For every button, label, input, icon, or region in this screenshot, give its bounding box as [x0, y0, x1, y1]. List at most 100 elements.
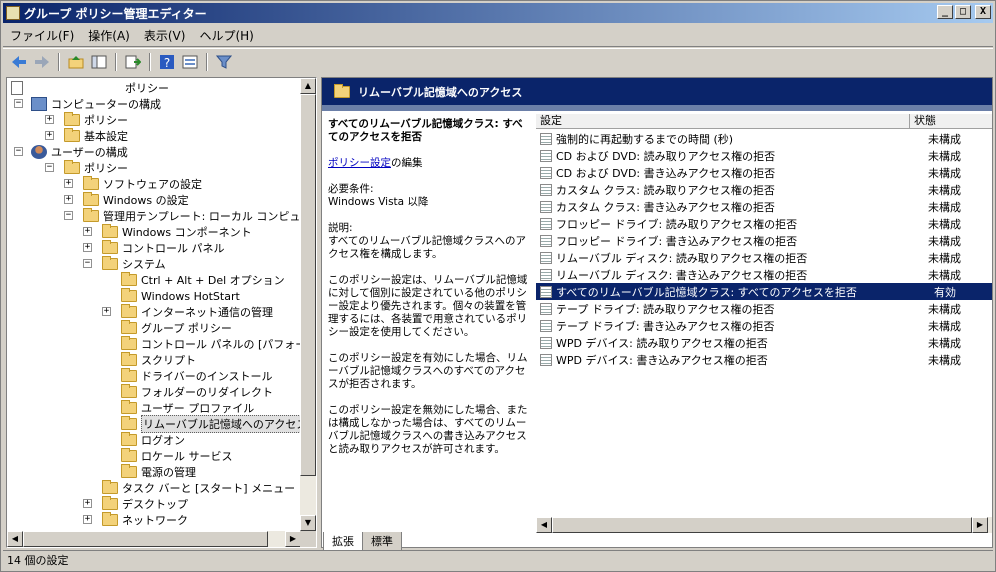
setting-row[interactable]: フロッピー ドライブ: 書き込みアクセス権の拒否 未構成	[536, 232, 992, 249]
column-header-state[interactable]: 状態	[910, 114, 992, 128]
scroll-thumb[interactable]	[300, 94, 316, 476]
expand-icon[interactable]: +	[83, 227, 92, 236]
list-horizontal-scrollbar[interactable]: ◀ ▶	[536, 517, 992, 533]
tree-item[interactable]: − コンピューターの構成	[14, 96, 161, 112]
tree-item[interactable]: Windows HotStart	[121, 288, 240, 304]
setting-row[interactable]: CD および DVD: 書き込みアクセス権の拒否 未構成	[536, 164, 992, 181]
tree-item[interactable]: + Windows コンポーネント	[83, 224, 252, 240]
setting-name: リムーバブル ディスク: 読み取りアクセス権の拒否	[556, 251, 808, 265]
up-folder-icon[interactable]	[66, 52, 86, 72]
menu-file[interactable]: ファイル(F)	[3, 27, 81, 44]
setting-row[interactable]: フロッピー ドライブ: 読み取りアクセス権の拒否 未構成	[536, 215, 992, 232]
tree-item[interactable]: タスク バーと [スタート] メニュー	[102, 480, 295, 496]
setting-row[interactable]: CD および DVD: 読み取りアクセス権の拒否 未構成	[536, 147, 992, 164]
setting-row[interactable]: テープ ドライブ: 書き込みアクセス権の拒否 未構成	[536, 317, 992, 334]
expand-icon[interactable]: +	[64, 179, 73, 188]
tree-item[interactable]: コントロール パネルの [パフォーマンス]	[121, 336, 301, 352]
maximize-button[interactable]: □	[955, 5, 971, 19]
setting-row[interactable]: すべてのリムーバブル記憶域クラス: すべてのアクセスを拒否 有効	[536, 283, 992, 300]
setting-state: 未構成	[928, 251, 961, 265]
tree-item[interactable]: + ソフトウェアの設定	[64, 176, 202, 192]
scroll-thumb[interactable]	[552, 517, 972, 533]
expand-icon[interactable]: +	[83, 499, 92, 508]
tree-item[interactable]: ユーザー プロファイル	[121, 400, 254, 416]
scroll-up-arrow-icon[interactable]: ▲	[300, 78, 316, 94]
forward-arrow-icon[interactable]	[32, 52, 52, 72]
tree-item[interactable]: ログオン	[121, 432, 185, 448]
menu-help[interactable]: ヘルプ(H)	[192, 27, 260, 44]
expand-icon[interactable]: +	[45, 115, 54, 124]
tree-item-label: ソフトウェアの設定	[103, 178, 202, 191]
filter-icon[interactable]	[214, 52, 234, 72]
tree-item[interactable]: + デスクトップ	[83, 496, 188, 512]
tree-item[interactable]: − ユーザーの構成	[14, 144, 128, 160]
tree-item[interactable]: 電源の管理	[121, 464, 196, 480]
tree-horizontal-scrollbar[interactable]: ◀ ▶	[7, 531, 301, 547]
column-header-setting[interactable]: 設定	[536, 114, 910, 128]
tree-item[interactable]: − 管理用テンプレート: ローカル コンピューターか	[64, 208, 301, 224]
expand-icon[interactable]: +	[83, 515, 92, 524]
tree-item[interactable]: グループ ポリシー	[121, 320, 232, 336]
title-bar[interactable]: グループ ポリシー管理エディター _ □ X	[3, 3, 993, 23]
tree-item[interactable]: ポリシー	[11, 80, 169, 96]
tree-item[interactable]: フォルダーのリダイレクト	[121, 384, 273, 400]
edit-policy-link[interactable]: ポリシー設定	[328, 157, 391, 169]
tree-item[interactable]: + ネットワーク	[83, 512, 188, 528]
setting-name: テープ ドライブ: 書き込みアクセス権の拒否	[556, 319, 775, 333]
tree-item[interactable]: + Windows の設定	[64, 192, 189, 208]
tree-vertical-scrollbar[interactable]: ▲ ▼	[300, 78, 316, 531]
tree-item[interactable]: Ctrl + Alt + Del オプション	[121, 272, 285, 288]
tab-extended[interactable]: 拡張	[323, 532, 363, 551]
menu-action[interactable]: 操作(A)	[81, 27, 137, 44]
setting-row[interactable]: リムーバブル ディスク: 書き込みアクセス権の拒否 未構成	[536, 266, 992, 283]
setting-row[interactable]: カスタム クラス: 読み取りアクセス権の拒否 未構成	[536, 181, 992, 198]
scroll-thumb[interactable]	[23, 531, 268, 547]
setting-row[interactable]: テープ ドライブ: 読み取りアクセス権の拒否 未構成	[536, 300, 992, 317]
setting-row[interactable]: WPD デバイス: 読み取りアクセス権の拒否 未構成	[536, 334, 992, 351]
properties-icon[interactable]	[180, 52, 200, 72]
toolbar-separator	[149, 52, 151, 71]
expand-icon[interactable]: +	[83, 243, 92, 252]
setting-row[interactable]: カスタム クラス: 書き込みアクセス権の拒否 未構成	[536, 198, 992, 215]
setting-row[interactable]: 強制的に再起動するまでの時間 (秒) 未構成	[536, 130, 992, 147]
close-button[interactable]: X	[975, 5, 991, 19]
tree-item[interactable]: − ポリシー	[45, 160, 128, 176]
tree-item[interactable]: リムーバブル記憶域へのアクセス	[121, 415, 301, 433]
tree-item[interactable]: + 基本設定	[45, 128, 128, 144]
help-icon[interactable]: ?	[157, 52, 177, 72]
expand-icon[interactable]: +	[64, 195, 73, 204]
description-paragraph: このポリシー設定を無効にした場合、または構成しなかった場合は、すべてのリムーバブ…	[328, 404, 528, 455]
policy-setting-icon	[540, 319, 552, 332]
export-icon[interactable]	[123, 52, 143, 72]
collapse-icon[interactable]: −	[14, 99, 23, 108]
collapse-icon[interactable]: −	[45, 163, 54, 172]
tree-item[interactable]: + コントロール パネル	[83, 240, 225, 256]
expand-icon[interactable]: +	[45, 131, 54, 140]
setting-row[interactable]: WPD デバイス: 書き込みアクセス権の拒否 未構成	[536, 351, 992, 368]
minimize-button[interactable]: _	[937, 5, 953, 19]
folder-icon	[121, 416, 137, 430]
scroll-right-arrow-icon[interactable]: ▶	[285, 531, 301, 547]
expand-icon[interactable]: +	[102, 307, 111, 316]
tab-standard[interactable]: 標準	[362, 532, 402, 551]
scroll-left-arrow-icon[interactable]: ◀	[7, 531, 23, 547]
tree-item[interactable]: スクリプト	[121, 352, 196, 368]
tree-item[interactable]: ロケール サービス	[121, 448, 233, 464]
edit-suffix: の編集	[391, 157, 423, 169]
tree-item[interactable]: + インターネット通信の管理	[102, 304, 273, 320]
back-arrow-icon[interactable]	[9, 52, 29, 72]
tree-item[interactable]: − システム	[83, 256, 166, 272]
collapse-icon[interactable]: −	[83, 259, 92, 268]
tree-item[interactable]: + ポリシー	[45, 112, 128, 128]
folder-icon	[121, 352, 137, 366]
collapse-icon[interactable]: −	[14, 147, 23, 156]
setting-row[interactable]: リムーバブル ディスク: 読み取りアクセス権の拒否 未構成	[536, 249, 992, 266]
menu-view[interactable]: 表示(V)	[137, 27, 193, 44]
scroll-down-arrow-icon[interactable]: ▼	[300, 515, 316, 531]
scroll-left-arrow-icon[interactable]: ◀	[536, 517, 552, 533]
tree-item[interactable]: ドライバーのインストール	[121, 368, 273, 384]
scroll-right-arrow-icon[interactable]: ▶	[972, 517, 988, 533]
tree-item-label: ログオン	[141, 434, 185, 447]
collapse-icon[interactable]: −	[64, 211, 73, 220]
show-tree-icon[interactable]	[89, 52, 109, 72]
